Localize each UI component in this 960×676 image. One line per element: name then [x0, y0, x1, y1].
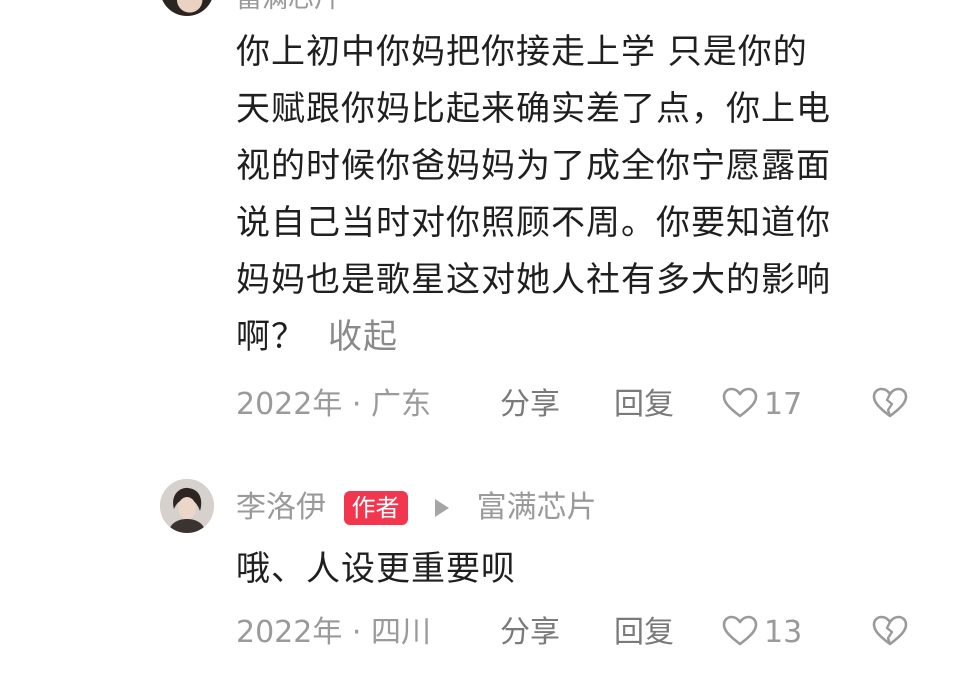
comment-line: 啊？ [236, 317, 306, 357]
comment-meta-row: 2022年 · 四川 分享 回复 13 [236, 611, 926, 655]
dislike-button[interactable] [872, 611, 908, 655]
reply-button[interactable]: 回复 [614, 611, 674, 655]
heart-outline-icon [722, 387, 758, 417]
author-row: 李洛伊 作者 富满芯片 [236, 486, 597, 530]
time-location: 2022年 · 四川 [236, 615, 431, 650]
like-count: 13 [764, 615, 803, 650]
like-button[interactable]: 13 [722, 611, 802, 655]
comment-line: 妈妈也是歌星这对她人社有多大的影响 [236, 260, 831, 300]
dislike-button[interactable] [872, 383, 908, 427]
reply-target-username[interactable]: 富满芯片 [477, 486, 597, 530]
comment-line-last: 啊？ 收起 [236, 309, 936, 366]
comment-username[interactable]: 富满芯片 [236, 0, 340, 14]
like-count: 17 [764, 387, 803, 422]
comment-line: 说自己当时对你照顾不周。你要知道你 [236, 203, 831, 243]
comment-text: 哦、人设更重要呗 [236, 549, 516, 589]
broken-heart-icon [872, 387, 908, 417]
avatar[interactable] [160, 0, 214, 16]
avatar-portrait [160, 479, 214, 533]
comment-line: 视的时候你爸妈妈为了成全你宁愿露面 [236, 146, 831, 186]
share-button[interactable]: 分享 [500, 383, 560, 427]
comment-meta-row: 2022年 · 广东 分享 回复 17 [236, 383, 926, 427]
author-badge: 作者 [343, 491, 408, 525]
triangle-right-icon [435, 499, 450, 517]
collapse-link[interactable]: 收起 [328, 317, 398, 357]
comment-line: 你上初中你妈把你接走上学 只是你的 [236, 32, 808, 72]
broken-heart-icon [872, 615, 908, 645]
heart-outline-icon [722, 615, 758, 645]
like-button[interactable]: 17 [722, 383, 802, 427]
share-button[interactable]: 分享 [500, 611, 560, 655]
time-location: 2022年 · 广东 [236, 387, 431, 422]
avatar[interactable] [160, 479, 214, 533]
reply-button[interactable]: 回复 [614, 383, 674, 427]
comment-text: 你上初中你妈把你接走上学 只是你的 天赋跟你妈比起来确实差了点，你上电 视的时候… [236, 24, 936, 366]
comment-line: 天赋跟你妈比起来确实差了点，你上电 [236, 89, 831, 129]
comment-username[interactable]: 李洛伊 [236, 486, 326, 530]
